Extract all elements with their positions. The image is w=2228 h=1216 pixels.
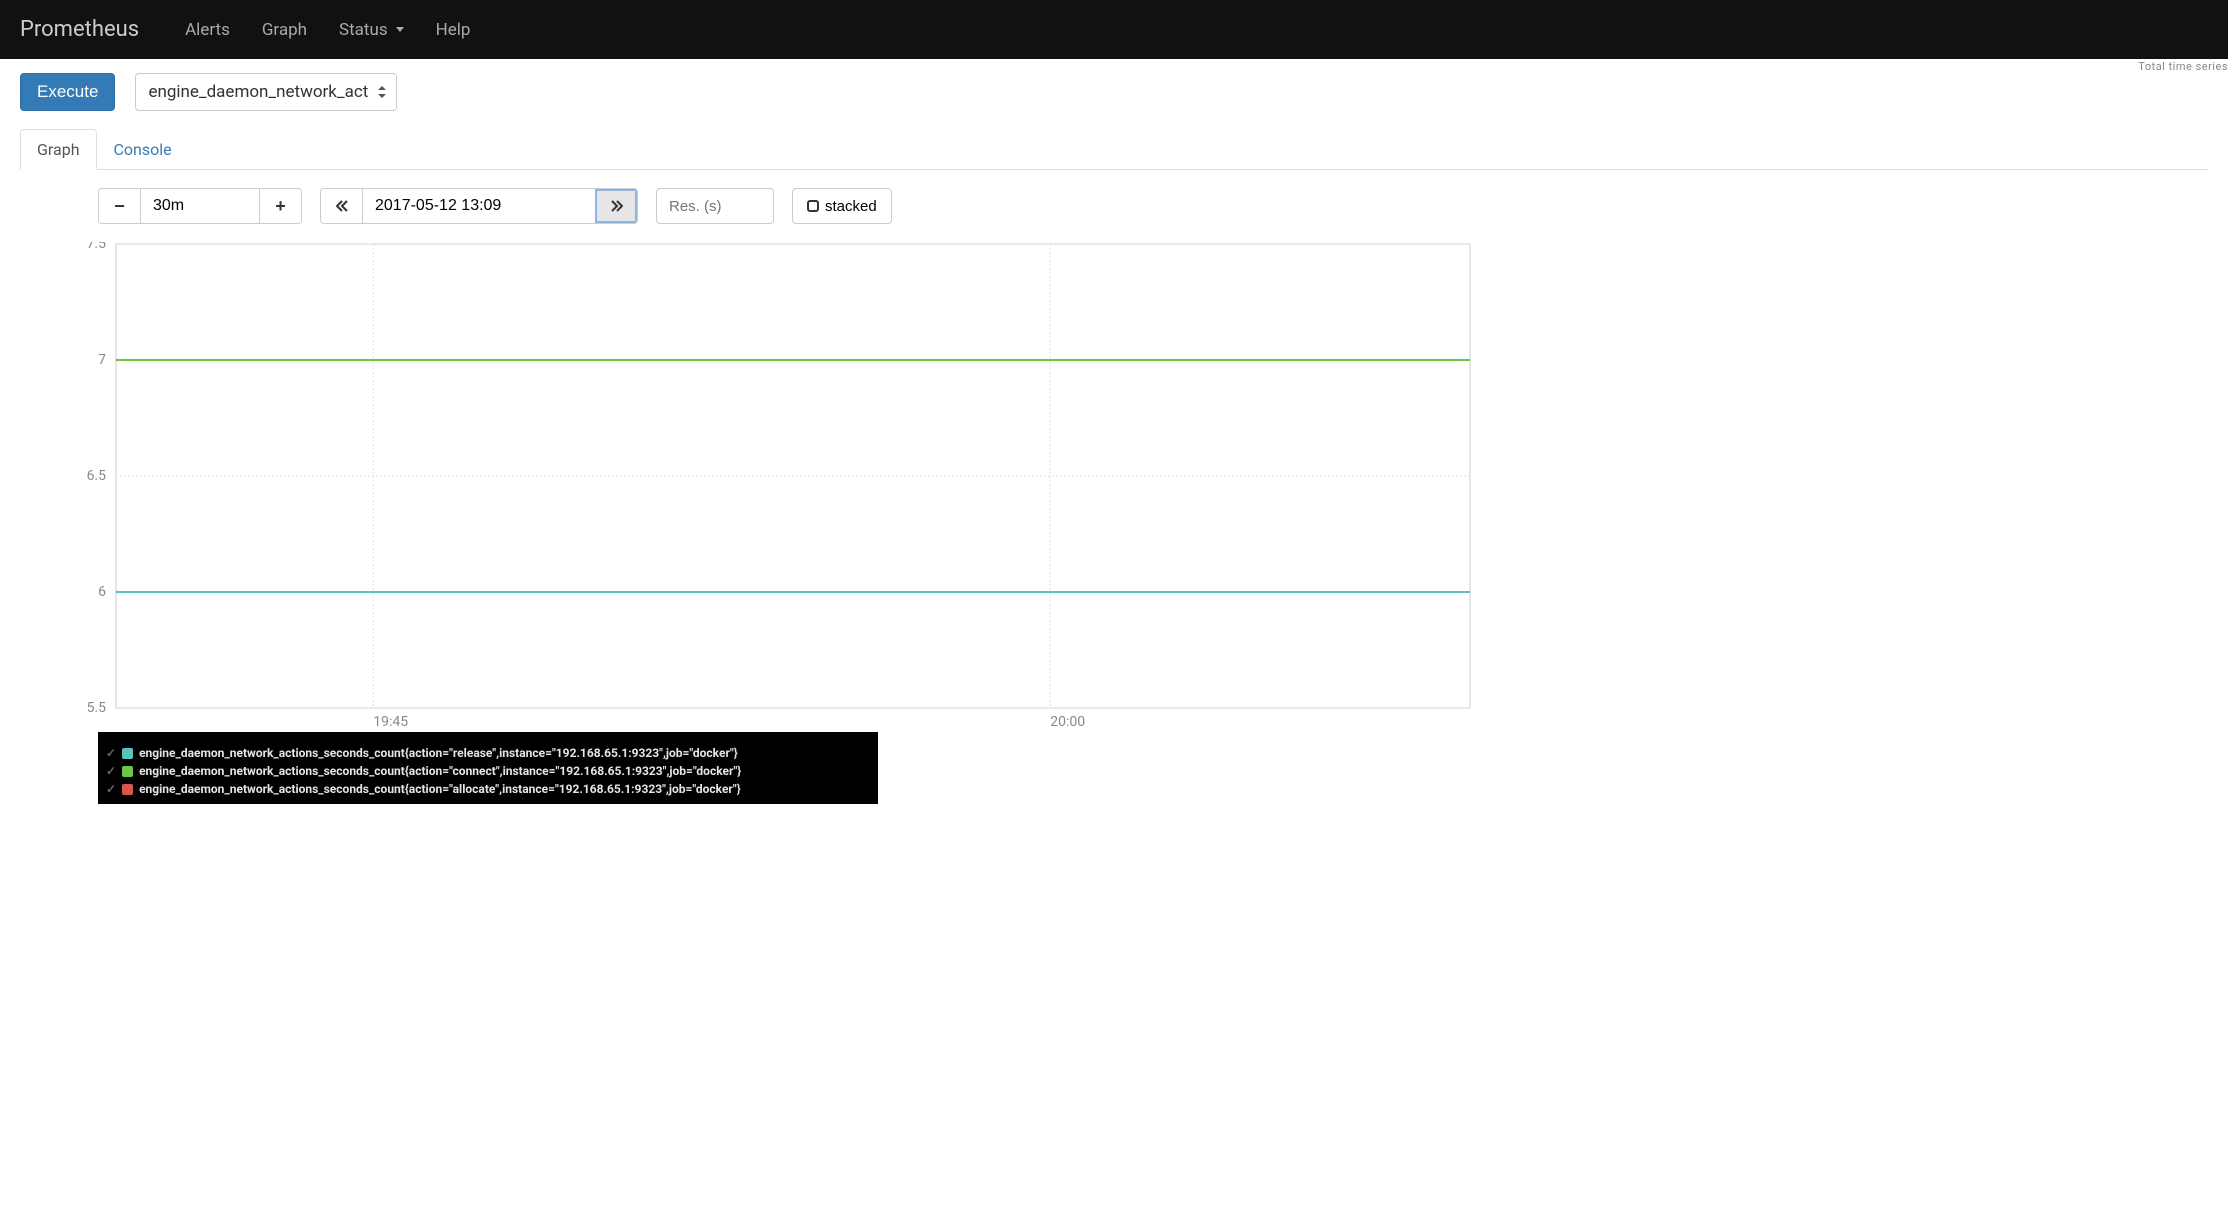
legend-swatch bbox=[122, 766, 133, 777]
stacked-icon bbox=[807, 200, 819, 212]
svg-text:19:45: 19:45 bbox=[373, 714, 408, 730]
svg-text:6.5: 6.5 bbox=[87, 468, 107, 484]
nav-status-label: Status bbox=[339, 20, 388, 40]
check-icon: ✓ bbox=[106, 764, 116, 778]
svg-text:7.5: 7.5 bbox=[87, 242, 107, 252]
legend-item[interactable]: ✓ engine_daemon_network_actions_seconds_c… bbox=[106, 780, 870, 798]
brand[interactable]: Prometheus bbox=[20, 17, 139, 42]
clipped-text: Total time series bbox=[2138, 60, 2228, 73]
legend-swatch bbox=[122, 748, 133, 759]
time-back-button[interactable] bbox=[321, 189, 363, 223]
nav-graph[interactable]: Graph bbox=[262, 20, 307, 40]
svg-text:5.5: 5.5 bbox=[87, 700, 107, 716]
range-input[interactable] bbox=[141, 189, 259, 223]
range-plus-button[interactable]: + bbox=[259, 189, 301, 223]
graph-controls: − + stacked bbox=[20, 170, 2208, 242]
chart: 5.5 6 6.5 7 7.5 19:45 20:00 bbox=[60, 242, 2172, 732]
nav-status[interactable]: Status bbox=[339, 20, 404, 40]
legend-label: engine_daemon_network_actions_seconds_co… bbox=[139, 782, 741, 796]
range-minus-button[interactable]: − bbox=[99, 189, 141, 223]
svg-text:20:00: 20:00 bbox=[1050, 714, 1085, 730]
metric-select-value: engine_daemon_network_act bbox=[148, 82, 368, 102]
query-row: Execute engine_daemon_network_act bbox=[20, 73, 2208, 111]
select-sort-icon bbox=[378, 86, 386, 98]
time-forward-button[interactable] bbox=[595, 189, 637, 223]
legend-swatch bbox=[122, 784, 133, 795]
legend-item[interactable]: ✓ engine_daemon_network_actions_seconds_c… bbox=[106, 762, 870, 780]
stacked-label: stacked bbox=[825, 198, 877, 215]
legend-label: engine_daemon_network_actions_seconds_co… bbox=[139, 764, 741, 778]
legend-item[interactable]: ✓ engine_daemon_network_actions_seconds_c… bbox=[106, 744, 870, 762]
stacked-toggle[interactable]: stacked bbox=[792, 188, 892, 224]
nav-alerts[interactable]: Alerts bbox=[185, 20, 230, 40]
double-chevron-left-icon bbox=[336, 200, 348, 212]
svg-text:7: 7 bbox=[98, 352, 106, 368]
resolution-input[interactable] bbox=[656, 188, 774, 224]
chevron-down-icon bbox=[396, 27, 404, 32]
chart-svg[interactable]: 5.5 6 6.5 7 7.5 19:45 20:00 bbox=[60, 242, 1472, 732]
navbar: Prometheus Alerts Graph Status Help bbox=[0, 0, 2228, 59]
svg-text:6: 6 bbox=[98, 584, 106, 600]
range-group: − + bbox=[98, 188, 302, 224]
legend-label: engine_daemon_network_actions_seconds_co… bbox=[139, 746, 738, 760]
tab-graph[interactable]: Graph bbox=[20, 129, 97, 170]
metric-select[interactable]: engine_daemon_network_act bbox=[135, 73, 397, 111]
execute-button[interactable]: Execute bbox=[20, 73, 115, 111]
tab-console[interactable]: Console bbox=[97, 129, 189, 170]
check-icon: ✓ bbox=[106, 746, 116, 760]
tabs: Graph Console bbox=[20, 129, 2208, 170]
double-chevron-right-icon bbox=[611, 200, 623, 212]
time-group bbox=[320, 188, 638, 224]
nav-help[interactable]: Help bbox=[436, 20, 471, 40]
time-input[interactable] bbox=[363, 189, 595, 223]
legend: ✓ engine_daemon_network_actions_seconds_c… bbox=[98, 732, 878, 804]
check-icon: ✓ bbox=[106, 782, 116, 796]
